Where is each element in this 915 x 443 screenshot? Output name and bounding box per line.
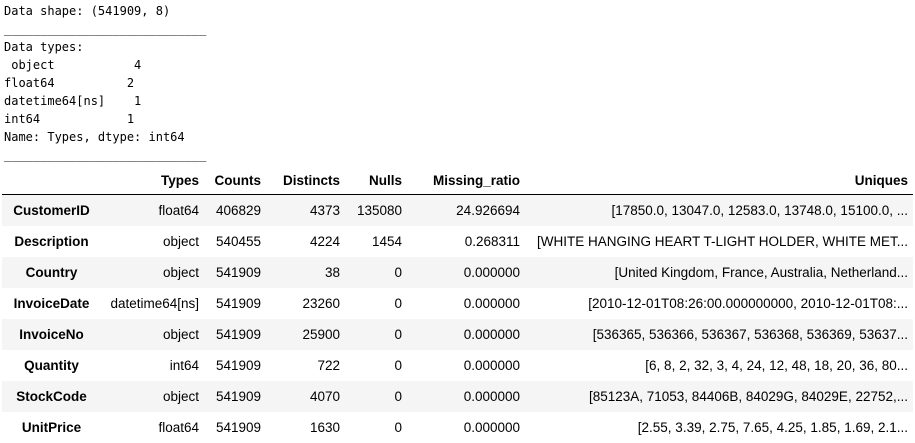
cell-counts: 541909 (215, 327, 261, 342)
table-row: CustomerID float64 406829 4373 135080 24… (2, 194, 913, 226)
output-line: float64 2 (4, 76, 135, 90)
cell-uniques: [85123A, 71053, 84406B, 84029G, 84029E, … (588, 389, 908, 404)
row-index: Description (14, 234, 89, 249)
cell-distincts: 25900 (302, 327, 340, 342)
cell-nulls: 0 (394, 296, 402, 311)
cell-distincts: 4373 (309, 203, 340, 218)
dataframe-table: Types Counts Distincts Nulls Missing_rat… (2, 166, 913, 443)
cell-distincts: 23260 (302, 296, 340, 311)
cell-missing-ratio: 0.000000 (463, 296, 520, 311)
row-index: Country (25, 265, 78, 280)
table-row: StockCode object 541909 4070 0 0.000000 … (2, 381, 913, 412)
cell-types: datetime64[ns] (110, 296, 199, 311)
cell-types: object (162, 234, 199, 249)
cell-distincts: 4070 (309, 389, 340, 404)
cell-nulls: 0 (394, 327, 402, 342)
table-header-row: Types Counts Distincts Nulls Missing_rat… (2, 166, 913, 195)
cell-counts: 541909 (215, 296, 261, 311)
cell-missing-ratio: 0.000000 (463, 389, 520, 404)
cell-counts: 541909 (215, 358, 261, 373)
cell-missing-ratio: 0.268311 (464, 234, 520, 249)
cell-uniques: [17850.0, 13047.0, 12583.0, 13748.0, 151… (611, 203, 908, 218)
stdout-output: Data shape: (541909, 8) ________________… (4, 2, 206, 164)
output-line: Name: Types, dtype: int64 (4, 130, 185, 144)
cell-counts: 406829 (215, 203, 261, 218)
cell-distincts: 4224 (309, 234, 340, 249)
column-header: Distincts (266, 166, 345, 195)
cell-uniques: [536365, 536366, 536367, 536368, 536369,… (592, 327, 908, 342)
column-header: Counts (204, 166, 266, 195)
output-line: Data shape: (541909, 8) (4, 4, 171, 18)
table-row: InvoiceDate datetime64[ns] 541909 23260 … (2, 288, 913, 319)
table-row: Description object 540455 4224 1454 0.26… (2, 226, 913, 257)
cell-uniques: [2.55, 3.39, 2.75, 7.65, 4.25, 1.85, 1.6… (637, 420, 908, 435)
cell-uniques: [2010-12-01T08:26:00.000000000, 2010-12-… (588, 296, 908, 311)
cell-nulls: 0 (394, 389, 402, 404)
separator-line: ____________________________ (4, 22, 207, 36)
output-line: object 4 (4, 58, 142, 72)
cell-types: object (162, 389, 199, 404)
cell-types: float64 (158, 203, 199, 218)
cell-uniques: [6, 8, 2, 32, 3, 4, 24, 12, 48, 18, 20, … (645, 358, 908, 373)
output-line: Data types: (4, 40, 84, 54)
row-index: UnitPrice (21, 420, 82, 435)
cell-types: object (162, 265, 199, 280)
cell-nulls: 0 (394, 265, 402, 280)
separator-line: ____________________________ (4, 148, 207, 162)
cell-missing-ratio: 0.000000 (463, 265, 520, 280)
row-index: InvoiceNo (19, 327, 84, 342)
cell-counts: 541909 (215, 420, 261, 435)
cell-distincts: 1630 (309, 420, 340, 435)
cell-distincts: 38 (324, 265, 340, 280)
column-header: Nulls (345, 166, 407, 195)
cell-nulls: 0 (394, 358, 402, 373)
cell-uniques: [WHITE HANGING HEART T-LIGHT HOLDER, WHI… (536, 234, 908, 249)
cell-nulls: 1454 (371, 234, 402, 249)
cell-nulls: 135080 (356, 203, 402, 218)
cell-distincts: 722 (317, 358, 340, 373)
cell-missing-ratio: 24.926694 (456, 203, 520, 218)
cell-counts: 541909 (215, 389, 261, 404)
cell-types: object (162, 327, 199, 342)
row-index: StockCode (16, 389, 87, 404)
row-index: InvoiceDate (13, 296, 90, 311)
table-row: Quantity int64 541909 722 0 0.000000 [6,… (2, 350, 913, 381)
output-line: int64 1 (4, 112, 135, 126)
row-index: CustomerID (13, 203, 90, 218)
cell-missing-ratio: 0.000000 (463, 358, 520, 373)
row-index: Quantity (24, 358, 79, 373)
column-header (2, 166, 101, 195)
cell-counts: 540455 (215, 234, 261, 249)
cell-nulls: 0 (394, 420, 402, 435)
cell-missing-ratio: 0.000000 (463, 420, 520, 435)
column-header: Missing_ratio (407, 166, 525, 195)
column-header: Types (101, 166, 204, 195)
output-line: datetime64[ns] 1 (4, 94, 142, 108)
table-row: InvoiceNo object 541909 25900 0 0.000000… (2, 319, 913, 350)
cell-types: float64 (158, 420, 199, 435)
table-row: UnitPrice float64 541909 1630 0 0.000000… (2, 412, 913, 443)
cell-types: int64 (169, 358, 199, 373)
table-row: Country object 541909 38 0 0.000000 [Uni… (2, 257, 913, 288)
column-header: Uniques (525, 166, 913, 195)
cell-uniques: [United Kingdom, France, Australia, Neth… (614, 265, 908, 280)
cell-missing-ratio: 0.000000 (463, 327, 520, 342)
cell-counts: 541909 (215, 265, 261, 280)
